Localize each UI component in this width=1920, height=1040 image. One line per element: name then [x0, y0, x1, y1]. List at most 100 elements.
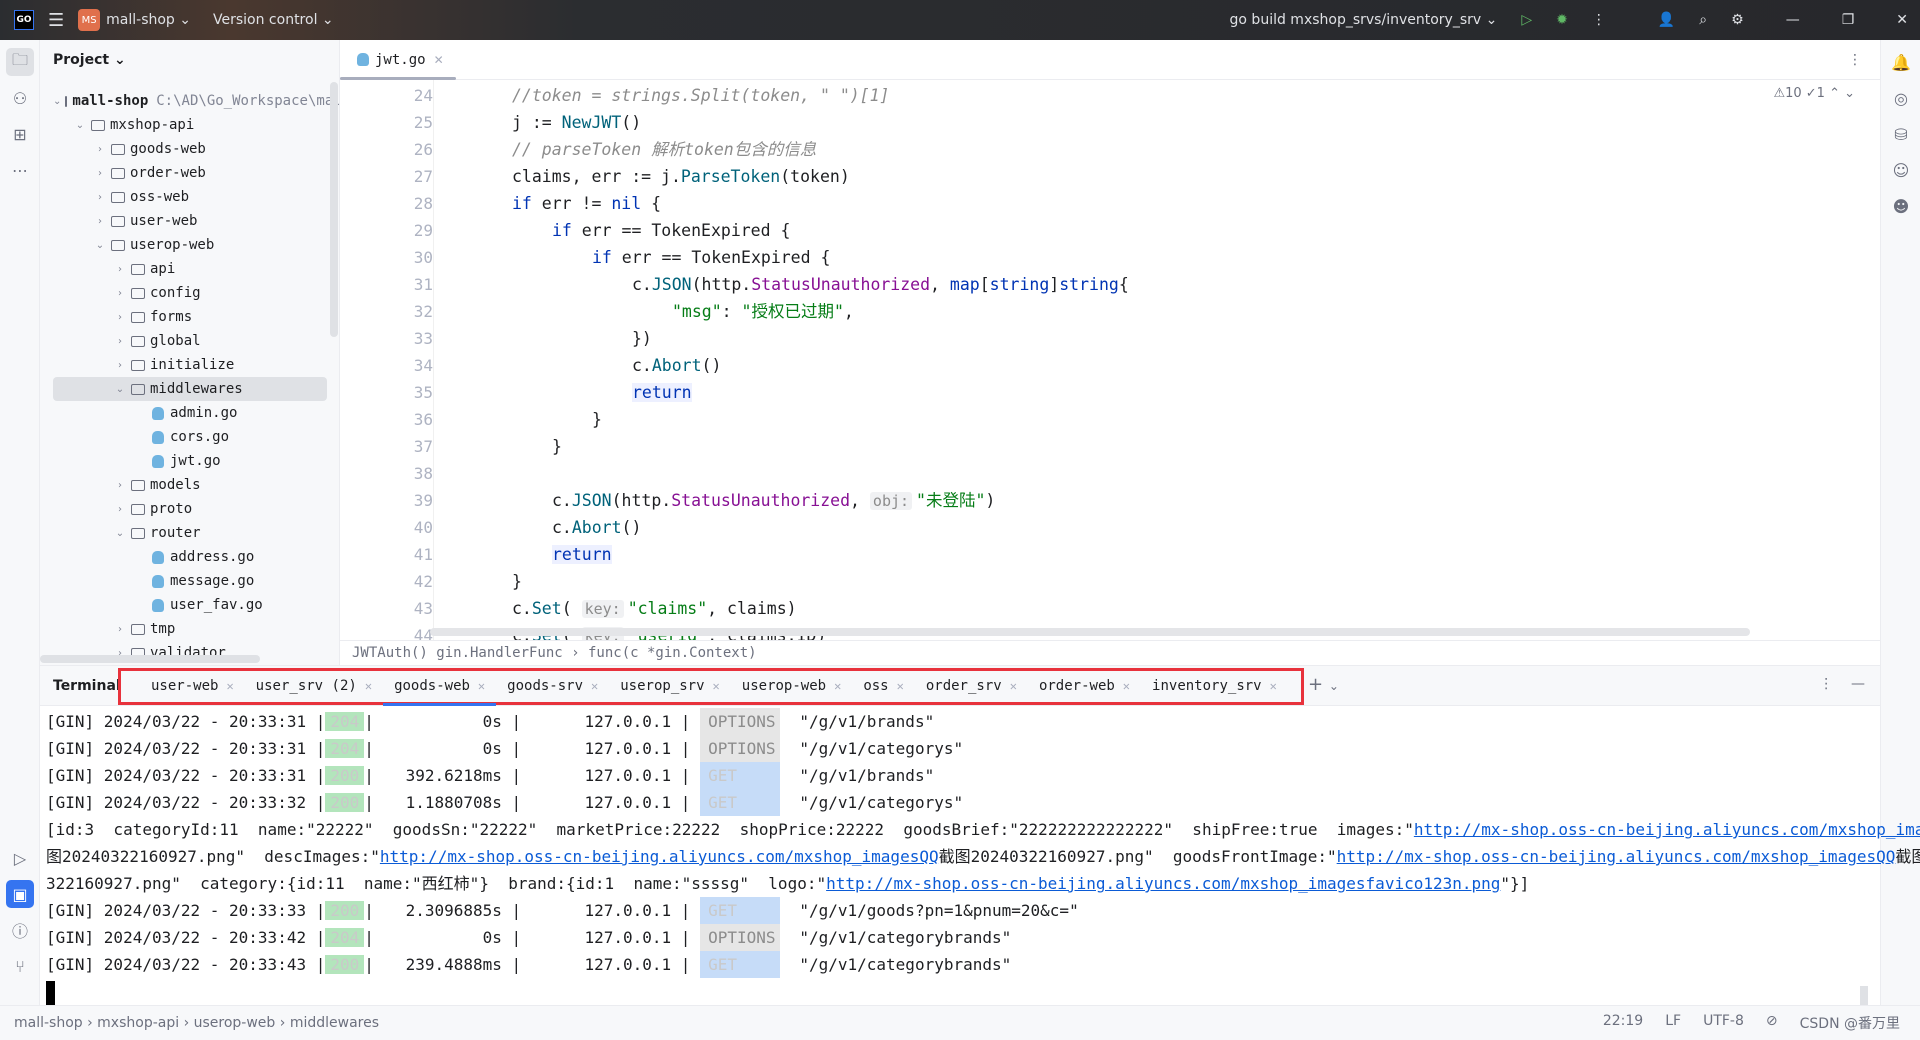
- chevron-down-icon[interactable]: ⌄: [73, 120, 87, 131]
- tree-item-router[interactable]: ⌄ router: [53, 521, 339, 545]
- line-ending[interactable]: LF: [1665, 1013, 1681, 1033]
- chevron-right-icon[interactable]: ›: [93, 216, 107, 227]
- hide-panel-icon[interactable]: —: [1851, 676, 1865, 692]
- chevron-down-icon[interactable]: ⌄: [93, 240, 107, 251]
- tree-item-cors-go[interactable]: cors.go: [53, 425, 339, 449]
- chevron-right-icon[interactable]: ›: [113, 624, 127, 635]
- chevron-right-icon[interactable]: ›: [113, 312, 127, 323]
- close-tab-icon[interactable]: ✕: [591, 679, 598, 693]
- close-tab-icon[interactable]: ✕: [1270, 679, 1277, 693]
- more-icon[interactable]: ⋮: [1592, 12, 1606, 28]
- new-terminal-icon[interactable]: + ⌄: [1308, 674, 1339, 695]
- notifications-icon[interactable]: 🔔: [1887, 48, 1915, 76]
- learn-icon[interactable]: ⚇: [6, 84, 34, 112]
- project-panel-title[interactable]: Project ⌄: [40, 40, 339, 80]
- tree-item-middlewares[interactable]: ⌄ middlewares: [53, 377, 327, 401]
- terminal-tab-inventory_srv[interactable]: inventory_srv ✕: [1141, 666, 1288, 706]
- debug-icon[interactable]: ✹: [1556, 12, 1568, 28]
- terminal-tab-oss[interactable]: oss ✕: [852, 666, 915, 706]
- tree-item-mxshop-api[interactable]: ⌄ mxshop-api: [53, 113, 339, 137]
- services-icon[interactable]: ▷: [6, 844, 34, 872]
- terminal-tab-userop_srv[interactable]: userop_srv ✕: [609, 666, 731, 706]
- project-tool-icon[interactable]: 🗀: [6, 48, 34, 76]
- code-area[interactable]: //token = strings.Split(token, " ")[1] j …: [433, 80, 1853, 640]
- run-icon[interactable]: ▷: [1521, 12, 1532, 28]
- chevron-right-icon[interactable]: ›: [113, 504, 127, 515]
- tree-item-address-go[interactable]: address.go: [53, 545, 339, 569]
- chevron-right-icon[interactable]: ›: [113, 288, 127, 299]
- breadcrumb-item[interactable]: mall-shop: [14, 1015, 83, 1031]
- terminal-output[interactable]: [GIN] 2024/03/22 - 20:33:31 | 204 | 0s | 127…: [46, 708, 1920, 1005]
- git-icon[interactable]: ⑂: [6, 952, 34, 980]
- inspection-widget[interactable]: ⚠10 ✓1 ⌃ ⌄: [1773, 86, 1855, 101]
- terminal-tab-userop-web[interactable]: userop-web ✕: [731, 666, 853, 706]
- tree-item-config[interactable]: › config: [53, 281, 339, 305]
- close-tab-icon[interactable]: ✕: [1010, 679, 1017, 693]
- tree-item-jwt-go[interactable]: jwt.go: [53, 449, 339, 473]
- caret-position[interactable]: 22:19: [1603, 1013, 1643, 1033]
- chevron-down-icon[interactable]: ⌄: [113, 384, 127, 395]
- chevron-right-icon[interactable]: ›: [113, 264, 127, 275]
- terminal-tab-goods-web[interactable]: goods-web ✕: [383, 666, 497, 706]
- tree-item-proto[interactable]: › proto: [53, 497, 339, 521]
- chevron-right-icon[interactable]: ›: [93, 192, 107, 203]
- close-tab-icon[interactable]: ✕: [365, 679, 372, 693]
- minimize-icon[interactable]: —: [1786, 12, 1800, 28]
- chevron-down-icon[interactable]: ⌄: [113, 528, 127, 539]
- tree-scrollbar[interactable]: [330, 82, 338, 337]
- terminal-tab-goods-srv[interactable]: goods-srv ✕: [496, 666, 609, 706]
- file-encoding[interactable]: UTF-8: [1703, 1013, 1744, 1033]
- close-icon[interactable]: ✕: [1896, 12, 1908, 28]
- tree-item-api[interactable]: › api: [53, 257, 339, 281]
- editor-tab-jwt-go[interactable]: jwt.go ✕: [340, 40, 456, 80]
- breadcrumb-item[interactable]: middlewares: [290, 1015, 379, 1031]
- editor-hscrollbar[interactable]: [430, 628, 1750, 636]
- close-tab-icon[interactable]: ✕: [478, 679, 485, 693]
- close-tab-icon[interactable]: ✕: [434, 53, 444, 67]
- ai-assistant-icon[interactable]: ◎: [1887, 84, 1915, 112]
- terminal-dropdown-icon[interactable]: ⌄: [1329, 679, 1339, 693]
- project-selector[interactable]: MS mall-shop ⌄: [78, 9, 191, 31]
- close-tab-icon[interactable]: ✕: [834, 679, 841, 693]
- chevron-right-icon[interactable]: ›: [93, 168, 107, 179]
- tree-item-models[interactable]: › models: [53, 473, 339, 497]
- tree-item-userop-web[interactable]: ⌄ userop-web: [53, 233, 339, 257]
- restore-icon[interactable]: ❐: [1842, 12, 1855, 28]
- terminal-tab-user-web[interactable]: user-web ✕: [140, 666, 245, 706]
- problems-icon[interactable]: ⓘ: [6, 916, 34, 944]
- chevron-right-icon[interactable]: ›: [113, 480, 127, 491]
- tree-item-admin-go[interactable]: admin.go: [53, 401, 339, 425]
- vcs-menu[interactable]: Version control ⌄: [213, 12, 334, 28]
- close-tab-icon[interactable]: ✕: [1123, 679, 1130, 693]
- url-link[interactable]: http://mx-shop.oss-cn-beijing.aliyuncs.c…: [826, 874, 1500, 893]
- code-breadcrumb[interactable]: JWTAuth() gin.HandlerFunc › func(c *gin.…: [340, 640, 1880, 665]
- editor-more-icon[interactable]: ⋮: [1848, 52, 1862, 68]
- terminal-tool-icon[interactable]: ▣: [6, 880, 34, 908]
- tree-item-forms[interactable]: › forms: [53, 305, 339, 329]
- add-user-icon[interactable]: 👤: [1658, 12, 1675, 28]
- tree-item-order-web[interactable]: › order-web: [53, 161, 339, 185]
- tree-item-message-go[interactable]: message.go: [53, 569, 339, 593]
- tree-item-global[interactable]: › global: [53, 329, 339, 353]
- terminal-prompt[interactable]: [46, 978, 1866, 1005]
- tree-item-initialize[interactable]: › initialize: [53, 353, 339, 377]
- close-tab-icon[interactable]: ✕: [226, 679, 233, 693]
- chevron-right-icon[interactable]: ›: [93, 144, 107, 155]
- settings-icon[interactable]: ⚙: [1731, 12, 1744, 28]
- tree-item-goods-web[interactable]: › goods-web: [53, 137, 339, 161]
- run-config-selector[interactable]: go build mxshop_srvs/inventory_srv ⌄: [1230, 12, 1498, 28]
- copilot-icon[interactable]: ☺: [1887, 156, 1915, 184]
- url-link[interactable]: http://mx-shop.oss-cn-beijing.aliyuncs.c…: [380, 847, 939, 866]
- breadcrumb-item[interactable]: mxshop-api: [97, 1015, 179, 1031]
- chevron-right-icon[interactable]: ›: [113, 360, 127, 371]
- database-icon[interactable]: ⛁: [1887, 120, 1915, 148]
- terminal-scrollbar[interactable]: [1860, 986, 1868, 1006]
- close-tab-icon[interactable]: ✕: [897, 679, 904, 693]
- tree-hscrollbar[interactable]: [40, 655, 260, 663]
- search-icon[interactable]: ⌕: [1699, 12, 1707, 28]
- tree-item-tmp[interactable]: › tmp: [53, 617, 339, 641]
- terminal-tab-user_srv-2-[interactable]: user_srv (2) ✕: [245, 666, 383, 706]
- tree-item-oss-web[interactable]: › oss-web: [53, 185, 339, 209]
- chevron-right-icon[interactable]: ›: [113, 336, 127, 347]
- url-link[interactable]: http://mx-shop.oss-cn-beijing.aliyuncs.c…: [1337, 847, 1896, 866]
